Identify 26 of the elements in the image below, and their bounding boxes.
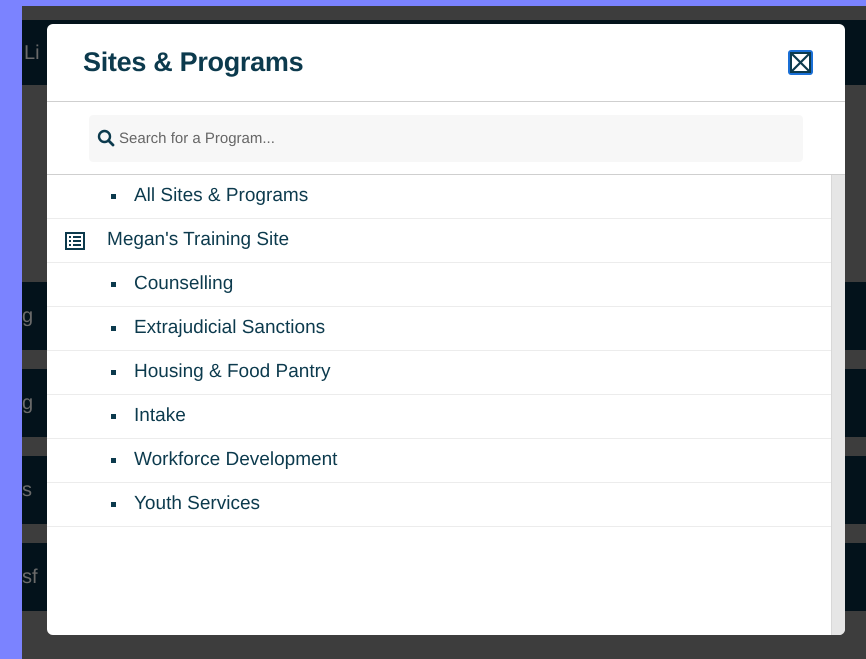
list-icon bbox=[65, 232, 85, 250]
bullet-icon bbox=[111, 458, 116, 463]
list-item[interactable]: Housing & Food Pantry bbox=[47, 351, 831, 395]
background-text: s bbox=[22, 478, 32, 503]
list-item[interactable]: Intake bbox=[47, 395, 831, 439]
bullet-icon bbox=[111, 370, 116, 375]
close-button[interactable] bbox=[788, 50, 813, 75]
background-text: sf bbox=[22, 565, 38, 590]
background-text: g bbox=[22, 304, 34, 329]
list-item[interactable]: Extrajudicial Sanctions bbox=[47, 307, 831, 351]
list-item[interactable]: Youth Services bbox=[47, 483, 831, 527]
search-field[interactable]: Search for a Program... bbox=[89, 114, 803, 162]
list-item[interactable]: All Sites & Programs bbox=[47, 175, 831, 219]
bullet-icon bbox=[111, 194, 116, 199]
close-icon bbox=[790, 52, 811, 73]
background-text: g bbox=[22, 391, 34, 416]
scrollbar[interactable] bbox=[831, 175, 845, 635]
bullet-icon bbox=[111, 414, 116, 419]
background-text: Li bbox=[23, 40, 40, 66]
bullet-icon bbox=[111, 326, 116, 331]
list-item[interactable]: Counselling bbox=[47, 263, 831, 307]
list-item[interactable]: Workforce Development bbox=[47, 439, 831, 483]
dialog-title: Sites & Programs bbox=[83, 46, 304, 80]
bullet-icon bbox=[111, 282, 116, 287]
list-item[interactable]: Megan's Training Site bbox=[47, 219, 831, 263]
bullet-icon bbox=[111, 502, 116, 507]
